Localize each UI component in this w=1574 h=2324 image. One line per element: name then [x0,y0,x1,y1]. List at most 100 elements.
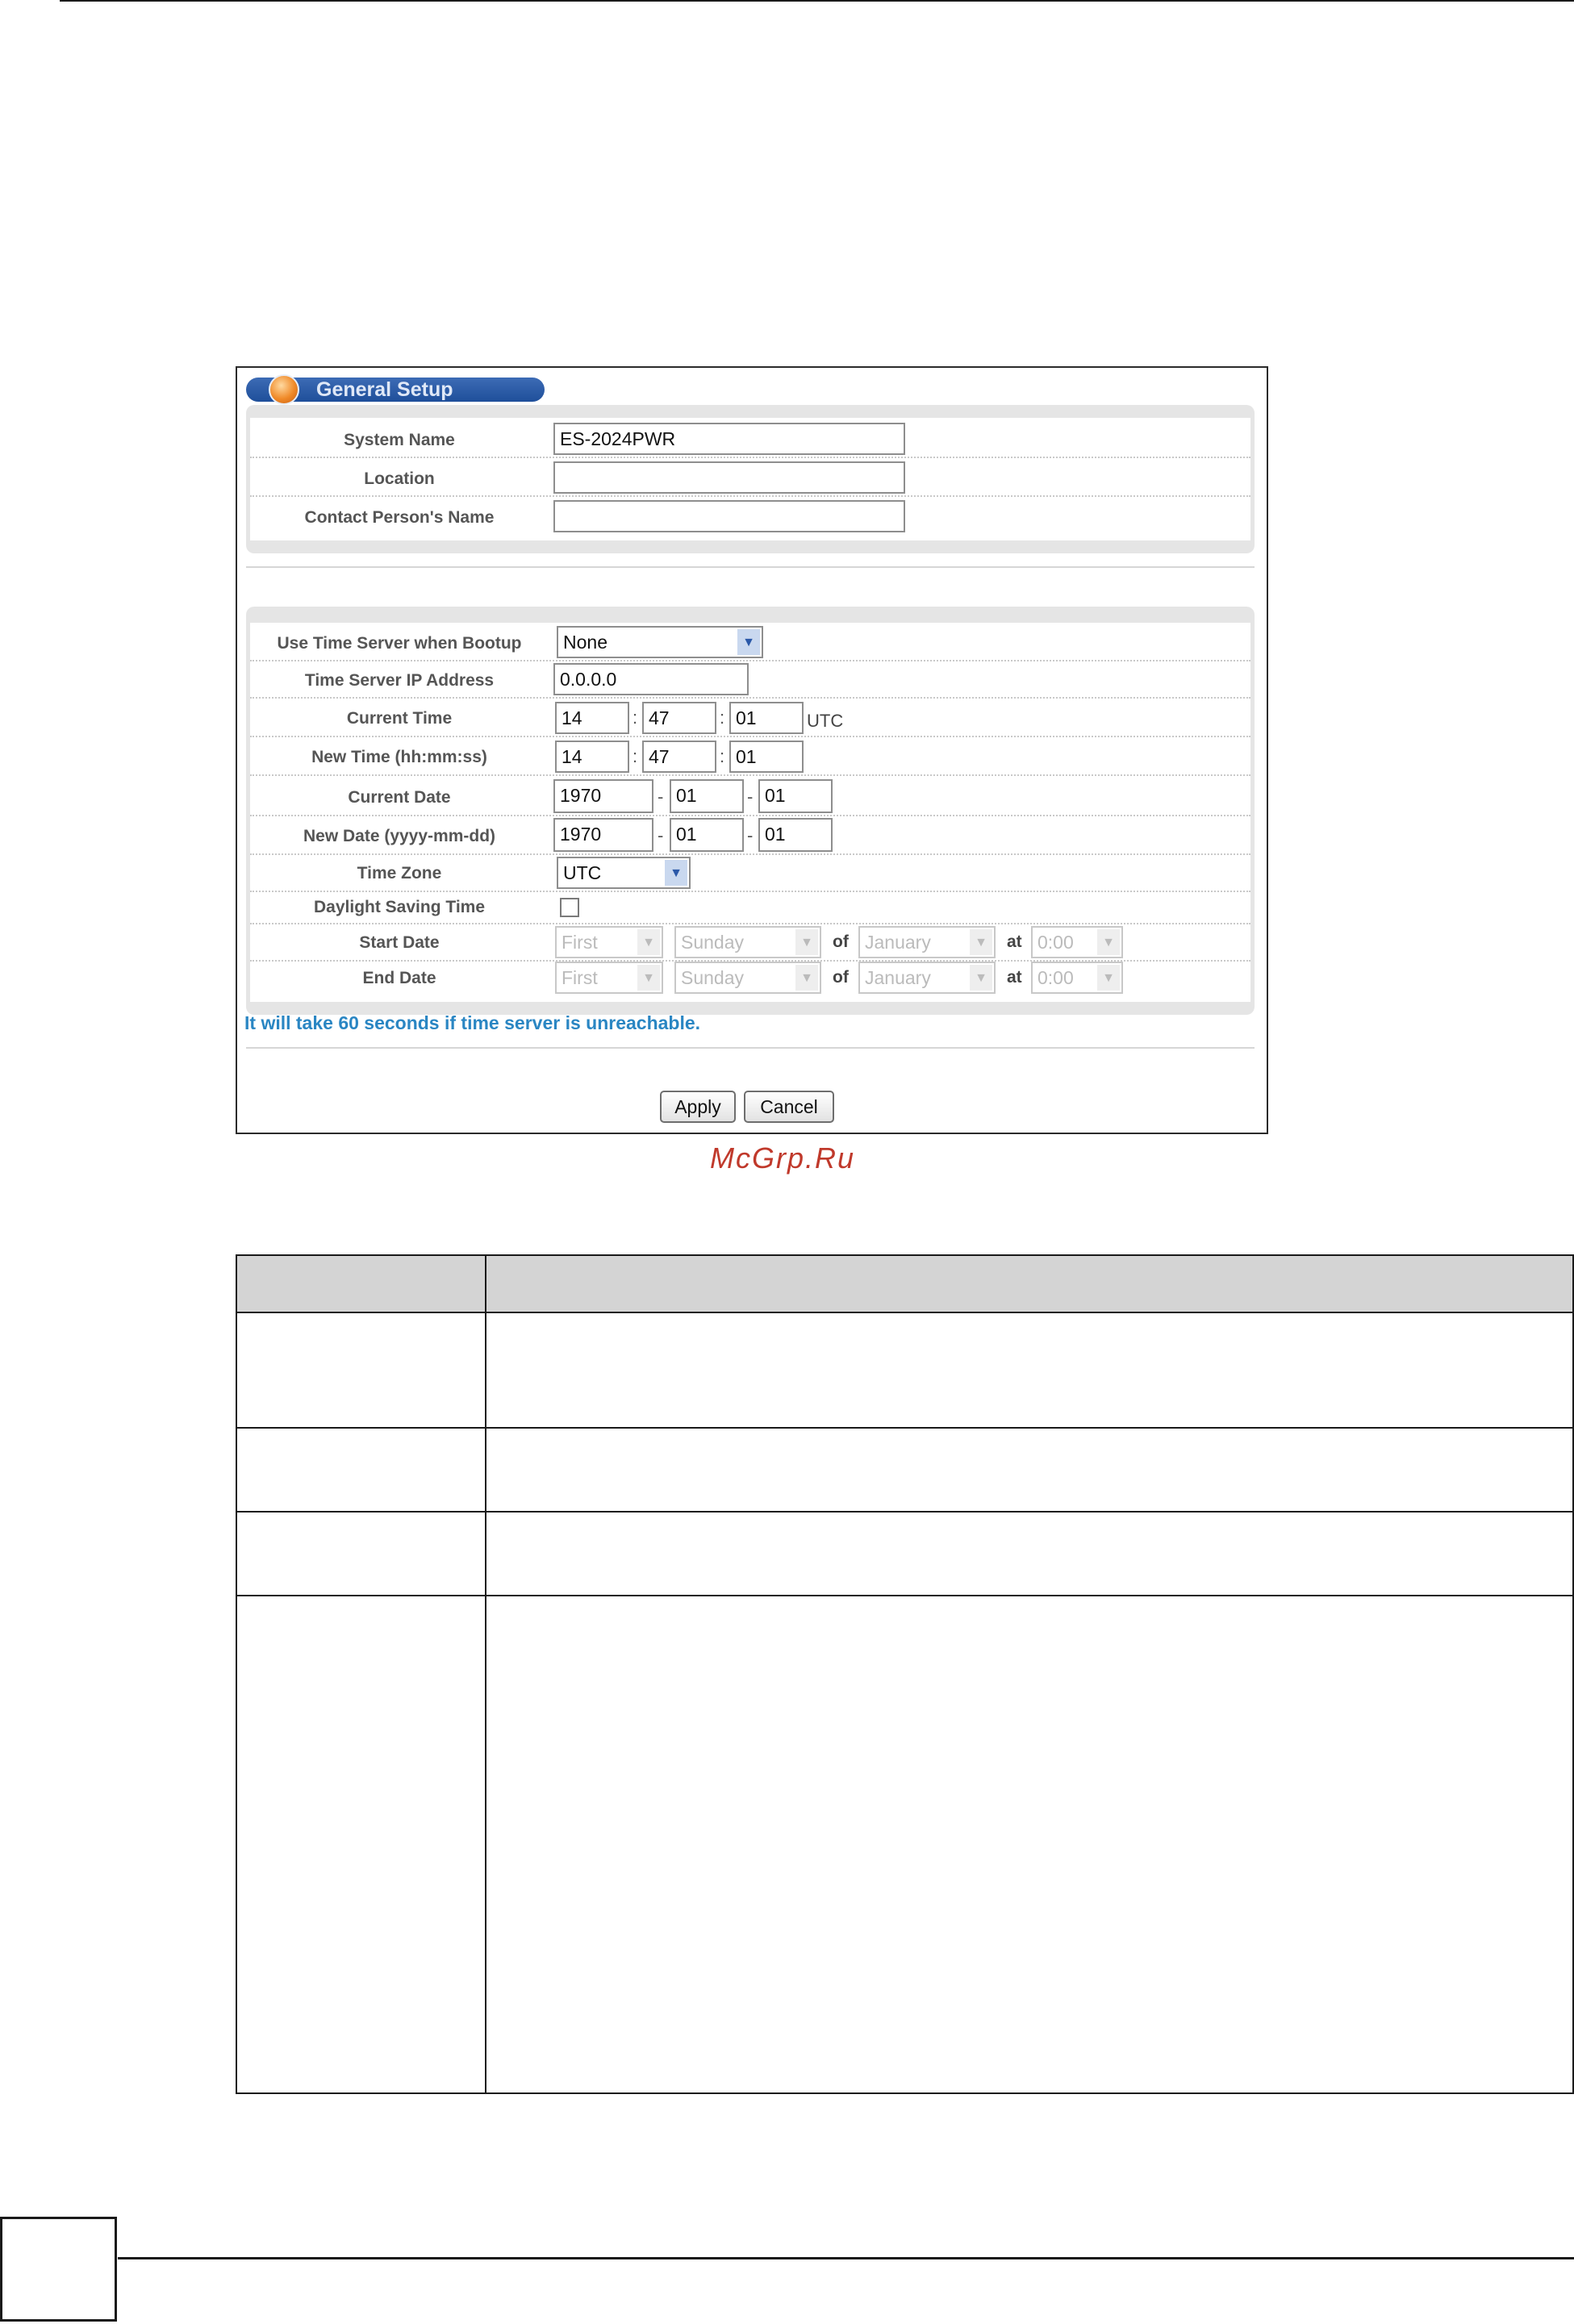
chevron-down-icon: ▼ [637,929,660,955]
start-day-select[interactable]: Sunday ▼ [674,926,821,958]
panel-title: General Setup [316,378,453,401]
system-name-input[interactable]: ES-2024PWR [553,423,905,455]
start-time-value: 0:00 [1038,932,1074,953]
chevron-down-icon: ▼ [795,965,818,991]
end-time-select[interactable]: 0:00 ▼ [1031,962,1123,994]
current-date-label: Current Date [348,788,451,807]
new-date-day-input[interactable]: 01 [758,818,833,852]
page-number-box [0,2217,117,2322]
end-date-label: End Date [362,969,436,987]
chevron-down-icon: ▼ [1097,965,1120,991]
start-time-select[interactable]: 0:00 ▼ [1031,926,1123,958]
description-table [236,1254,1574,2094]
chevron-down-icon: ▼ [970,929,992,955]
current-date-month: 01 [670,779,744,813]
new-time-ss-input[interactable]: 01 [729,741,804,773]
watermark-text: McGrp.Ru [710,1141,856,1175]
start-month-select[interactable]: January ▼ [858,926,996,958]
time-separator: : [633,707,638,728]
at-text: at [1007,933,1022,951]
bottom-rule [118,2257,1574,2259]
start-week-value: First [562,932,598,953]
section-separator [246,566,1255,568]
system-name-label: System Name [344,431,455,449]
row-divider [250,923,1250,924]
row-divider [250,891,1250,892]
end-day-value: Sunday [681,967,745,988]
chevron-down-icon: ▼ [1097,929,1120,955]
time-server-ip-input[interactable]: 0.0.0.0 [553,663,749,695]
time-separator: : [720,746,725,766]
time-zone-label: Time Zone [357,864,442,882]
location-input[interactable] [553,461,905,494]
time-server-select[interactable]: None ▼ [557,626,763,658]
row-divider [250,736,1250,737]
start-day-value: Sunday [681,932,745,953]
table-column-divider [485,1256,486,2092]
of-text: of [833,968,849,987]
chevron-down-icon: ▼ [637,965,660,991]
time-server-ip-label: Time Server IP Address [304,671,495,690]
current-date-year: 1970 [553,779,653,813]
current-date-day: 01 [758,779,833,813]
dst-label: Daylight Saving Time [314,898,485,916]
new-date-month-input[interactable]: 01 [670,818,744,852]
row-divider [250,457,1250,458]
current-time-mm: 47 [642,702,716,734]
end-week-value: First [562,967,598,988]
row-divider [250,660,1250,661]
table-row-divider [237,1511,1572,1512]
checkbox-icon[interactable] [560,898,579,917]
table-row-divider [237,1595,1572,1596]
new-date-label: New Date (yyyy-mm-dd) [303,827,496,845]
row-divider [250,853,1250,855]
current-time-label: Current Time [346,709,453,728]
time-server-label: Use Time Server when Bootup [277,634,522,653]
start-month-value: January [865,932,931,953]
new-time-mm-input[interactable]: 47 [642,741,716,773]
time-separator: : [633,746,638,766]
apply-button[interactable]: Apply [660,1091,736,1123]
cancel-button[interactable]: Cancel [744,1091,834,1123]
date-separator: - [658,786,664,807]
utc-suffix: UTC [807,711,844,731]
end-month-value: January [865,967,931,988]
row-divider [250,774,1250,776]
location-label: Location [364,469,435,488]
table-row-divider [237,1312,1572,1313]
row-divider [250,815,1250,816]
section-separator [246,1047,1255,1049]
orange-bullet-icon [269,374,299,405]
new-time-hh-input[interactable]: 14 [555,741,629,773]
time-zone-select[interactable]: UTC ▼ [557,857,691,889]
chevron-down-icon: ▼ [737,629,760,655]
start-week-select[interactable]: First ▼ [555,926,663,958]
top-rule [60,0,1574,2]
date-separator: - [658,825,664,845]
chevron-down-icon: ▼ [795,929,818,955]
time-separator: : [720,707,725,728]
date-separator: - [747,825,754,845]
new-date-year-input[interactable]: 1970 [553,818,653,852]
row-divider [250,697,1250,699]
time-server-selected: None [563,632,607,653]
chevron-down-icon: ▼ [665,860,687,886]
at-text: at [1007,968,1022,987]
start-date-label: Start Date [359,933,440,952]
new-time-label: New Time (hh:mm:ss) [311,748,487,766]
end-week-select[interactable]: First ▼ [555,962,663,994]
end-time-value: 0:00 [1038,967,1074,988]
row-divider [250,495,1250,497]
current-time-hh: 14 [555,702,629,734]
current-time-ss: 01 [729,702,804,734]
chevron-down-icon: ▼ [970,965,992,991]
end-day-select[interactable]: Sunday ▼ [674,962,821,994]
timeout-note: It will take 60 seconds if time server i… [244,1012,701,1033]
table-row-divider [237,1427,1572,1429]
end-month-select[interactable]: January ▼ [858,962,996,994]
time-zone-selected: UTC [563,862,602,883]
contact-label: Contact Person's Name [304,508,495,527]
contact-input[interactable] [553,500,905,532]
of-text: of [833,933,849,951]
date-separator: - [747,786,754,807]
